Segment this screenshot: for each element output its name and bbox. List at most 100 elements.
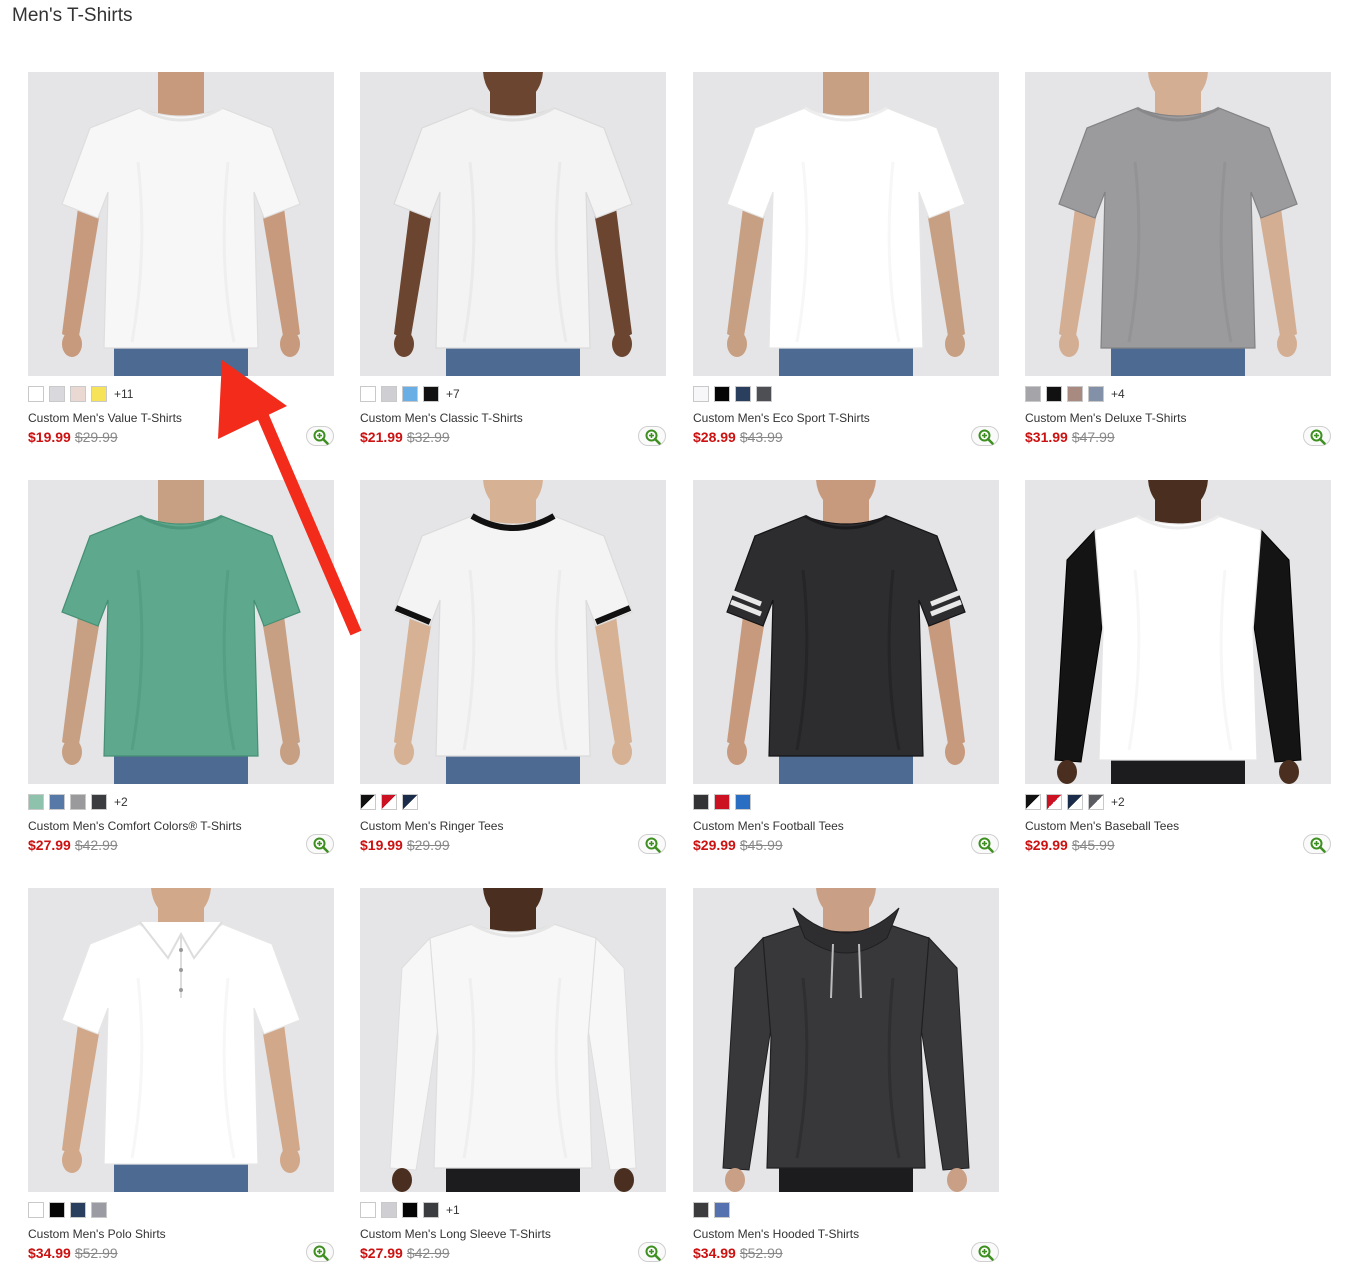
color-swatch[interactable]	[1046, 794, 1062, 810]
color-swatch[interactable]	[1025, 386, 1041, 402]
product-card[interactable]: +11 Custom Men's Value T-Shirts $19.99 $29.…	[28, 72, 334, 452]
product-name-link[interactable]: Custom Men's Classic T-Shirts	[360, 411, 523, 425]
quick-view-button[interactable]	[638, 1242, 666, 1262]
color-swatch[interactable]	[91, 386, 107, 402]
color-swatch[interactable]	[1067, 794, 1083, 810]
color-swatch[interactable]	[381, 386, 397, 402]
color-swatch[interactable]	[735, 794, 751, 810]
color-swatch[interactable]	[49, 386, 65, 402]
product-image[interactable]	[693, 480, 999, 784]
original-price: $42.99	[74, 837, 118, 853]
product-name-link[interactable]: Custom Men's Deluxe T-Shirts	[1025, 411, 1186, 425]
color-swatch[interactable]	[714, 386, 730, 402]
original-price: $32.99	[406, 429, 450, 445]
color-swatch[interactable]	[70, 794, 86, 810]
product-image[interactable]	[28, 888, 334, 1192]
product-image[interactable]	[1025, 480, 1331, 784]
color-swatch[interactable]	[381, 794, 397, 810]
color-swatch[interactable]	[693, 794, 709, 810]
quick-view-button[interactable]	[1303, 426, 1331, 446]
zoom-in-icon	[1310, 837, 1326, 853]
color-swatch[interactable]	[402, 794, 418, 810]
product-card[interactable]: Custom Men's Hooded T-Shirts $34.99 $52.99	[693, 888, 999, 1268]
color-swatch[interactable]	[49, 1202, 65, 1218]
color-swatch[interactable]	[423, 1202, 439, 1218]
more-colors-count[interactable]: +2	[114, 795, 128, 809]
product-name-link[interactable]: Custom Men's Baseball Tees	[1025, 819, 1179, 833]
color-swatch[interactable]	[28, 386, 44, 402]
zoom-in-icon	[978, 429, 994, 445]
product-image[interactable]	[693, 888, 999, 1192]
more-colors-count[interactable]: +4	[1111, 387, 1125, 401]
color-swatch[interactable]	[91, 794, 107, 810]
color-swatch[interactable]	[1067, 386, 1083, 402]
color-swatch[interactable]	[1088, 386, 1104, 402]
product-image[interactable]	[360, 480, 666, 784]
color-swatch[interactable]	[402, 1202, 418, 1218]
quick-view-button[interactable]	[638, 426, 666, 446]
product-name-link[interactable]: Custom Men's Long Sleeve T-Shirts	[360, 1227, 551, 1241]
product-prices: $34.99 $52.99	[693, 1245, 783, 1261]
color-swatch[interactable]	[714, 1202, 730, 1218]
color-swatch[interactable]	[756, 386, 772, 402]
quick-view-button[interactable]	[638, 834, 666, 854]
color-swatch[interactable]	[693, 386, 709, 402]
product-card[interactable]: Custom Men's Polo Shirts $34.99 $52.99	[28, 888, 334, 1268]
shirt-model-illustration	[389, 888, 637, 1192]
product-image[interactable]	[28, 480, 334, 784]
color-swatch[interactable]	[70, 386, 86, 402]
color-swatch[interactable]	[714, 794, 730, 810]
product-name-link[interactable]: Custom Men's Comfort Colors® T-Shirts	[28, 819, 242, 833]
more-colors-count[interactable]: +11	[114, 387, 133, 401]
product-image[interactable]	[28, 72, 334, 376]
product-card[interactable]: +2 Custom Men's Baseball Tees $29.99 $45.99	[1025, 480, 1331, 860]
color-swatch[interactable]	[49, 794, 65, 810]
color-swatch[interactable]	[28, 794, 44, 810]
product-image[interactable]	[1025, 72, 1331, 376]
color-swatch[interactable]	[381, 1202, 397, 1218]
quick-view-button[interactable]	[971, 1242, 999, 1262]
product-card[interactable]: Custom Men's Eco Sport T-Shirts $28.99 $43…	[693, 72, 999, 452]
product-name-link[interactable]: Custom Men's Football Tees	[693, 819, 844, 833]
product-card[interactable]: +7 Custom Men's Classic T-Shirts $21.99 $32…	[360, 72, 666, 452]
quick-view-button[interactable]	[1303, 834, 1331, 854]
more-colors-count[interactable]: +1	[446, 1203, 460, 1217]
quick-view-button[interactable]	[306, 426, 334, 446]
color-swatch[interactable]	[735, 386, 751, 402]
quick-view-button[interactable]	[971, 834, 999, 854]
color-swatch[interactable]	[360, 1202, 376, 1218]
product-name-link[interactable]: Custom Men's Ringer Tees	[360, 819, 503, 833]
zoom-in-icon	[645, 1245, 661, 1261]
quick-view-button[interactable]	[971, 426, 999, 446]
color-swatch[interactable]	[1088, 794, 1104, 810]
product-name-link[interactable]: Custom Men's Value T-Shirts	[28, 411, 182, 425]
color-swatch[interactable]	[360, 386, 376, 402]
product-name-link[interactable]: Custom Men's Hooded T-Shirts	[693, 1227, 859, 1241]
color-swatch[interactable]	[70, 1202, 86, 1218]
sale-price: $28.99	[693, 429, 736, 445]
product-name-link[interactable]: Custom Men's Polo Shirts	[28, 1227, 166, 1241]
product-card[interactable]: +1 Custom Men's Long Sleeve T-Shirts $27.9…	[360, 888, 666, 1268]
color-swatch[interactable]	[91, 1202, 107, 1218]
color-swatch[interactable]	[402, 386, 418, 402]
product-image[interactable]	[360, 72, 666, 376]
product-card[interactable]: Custom Men's Ringer Tees $19.99 $29.99	[360, 480, 666, 860]
quick-view-button[interactable]	[306, 1242, 334, 1262]
color-swatch[interactable]	[693, 1202, 709, 1218]
color-swatch[interactable]	[1046, 386, 1062, 402]
product-image[interactable]	[693, 72, 999, 376]
product-card[interactable]: +4 Custom Men's Deluxe T-Shirts $31.99 $47.…	[1025, 72, 1331, 452]
zoom-in-icon	[645, 429, 661, 445]
color-swatch[interactable]	[1025, 794, 1041, 810]
color-swatch[interactable]	[360, 794, 376, 810]
sale-price: $34.99	[693, 1245, 736, 1261]
quick-view-button[interactable]	[306, 834, 334, 854]
product-card[interactable]: Custom Men's Football Tees $29.99 $45.99	[693, 480, 999, 860]
product-card[interactable]: +2 Custom Men's Comfort Colors® T-Shirts $…	[28, 480, 334, 860]
product-name-link[interactable]: Custom Men's Eco Sport T-Shirts	[693, 411, 870, 425]
color-swatch[interactable]	[28, 1202, 44, 1218]
more-colors-count[interactable]: +2	[1111, 795, 1125, 809]
color-swatch[interactable]	[423, 386, 439, 402]
product-image[interactable]	[360, 888, 666, 1192]
more-colors-count[interactable]: +7	[446, 387, 460, 401]
